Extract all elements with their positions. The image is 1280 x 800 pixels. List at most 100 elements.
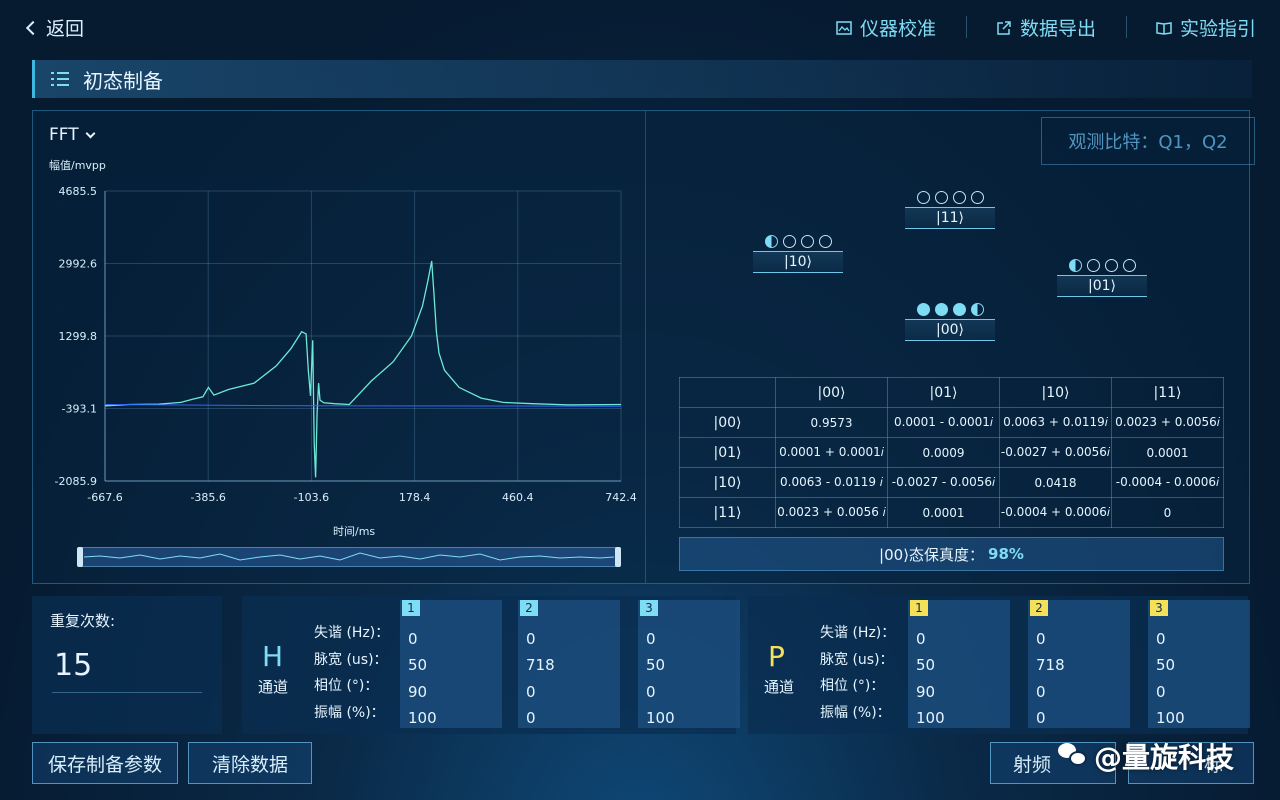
p-channel-sub: 通道	[764, 678, 795, 696]
matrix-cell: 0.0063 + 0.0119𝑖	[999, 407, 1112, 438]
h-channel-sub: 通道	[258, 678, 289, 696]
h-pulse-column-1[interactable]: 1 0 50 90 100	[400, 600, 502, 728]
detuning-value[interactable]: 0	[646, 630, 656, 648]
chevron-left-icon	[25, 20, 41, 35]
pulse-width-value[interactable]: 50	[1156, 656, 1175, 674]
qubit-dot-icon	[952, 191, 966, 204]
matrix-cell: -0.0027 + 0.0056𝑖	[999, 437, 1112, 468]
phase-value[interactable]: 0	[1036, 683, 1046, 701]
detuning-value[interactable]: 0	[408, 630, 418, 648]
matrix-cell: 0.0063 - 0.0119 𝑖	[775, 467, 888, 498]
experiment-guide-button[interactable]: 实验指引	[1125, 14, 1256, 41]
panel-divider	[645, 111, 646, 583]
amplitude-value[interactable]: 0	[526, 709, 536, 727]
pulse-width-label: 脉宽 (us)：	[314, 651, 388, 668]
matrix-cell: 0.9573	[775, 407, 888, 438]
amplitude-value[interactable]: 100	[1156, 709, 1185, 727]
state-label: |11⟩	[905, 207, 995, 229]
chevron-down-icon	[85, 128, 96, 138]
data-export-label: 数据导出	[1019, 18, 1096, 40]
back-button[interactable]: 返回	[25, 14, 85, 41]
matrix-cell: -0.0004 + 0.0006𝑖	[999, 497, 1112, 528]
table-row: |11⟩ 0.0023 + 0.0056 𝑖 0.0001 -0.0004 + …	[679, 497, 1224, 528]
table-row: |01⟩ 0.0001 + 0.0001𝑖 0.0009 -0.0027 + 0…	[679, 437, 1224, 468]
detuning-value[interactable]: 0	[526, 630, 536, 648]
pulse-badge: 2	[1030, 600, 1048, 616]
fft-dropdown[interactable]: FFT	[49, 125, 96, 145]
detuning-value[interactable]: 0	[1036, 630, 1046, 648]
pulse-width-value[interactable]: 718	[526, 656, 555, 674]
x-tick-label: 178.4	[399, 491, 431, 504]
row-header: |01⟩	[679, 437, 776, 468]
column-header: |10⟩	[999, 377, 1112, 408]
p-pulse-column-1[interactable]: 1 0 50 90 100	[908, 600, 1010, 728]
pulse-width-value[interactable]: 50	[408, 656, 427, 674]
p-channel-panel: P 通道 失谐 (Hz)： 脉宽 (us)： 相位 (°)： 振幅 (%)： 1…	[748, 596, 1250, 734]
h-pulse-column-2[interactable]: 2 0 718 0 0	[518, 600, 620, 728]
fidelity-bar: |00⟩态保真度： 98%	[679, 537, 1224, 571]
qubit-dot-icon	[1122, 259, 1136, 272]
amplitude-value[interactable]: 0	[1036, 709, 1046, 727]
data-export-button[interactable]: 数据导出	[965, 14, 1126, 41]
table-row: |00⟩ 0.9573 0.0001 - 0.0001𝑖 0.0063 + 0.…	[679, 407, 1224, 438]
qubit-dot-icon	[916, 303, 930, 316]
state-node-11: |11⟩	[905, 191, 995, 229]
pulse-width-value[interactable]: 50	[646, 656, 665, 674]
qubit-dot-icon	[1104, 259, 1118, 272]
repeat-count-input[interactable]: 15	[54, 648, 92, 683]
matrix-cell: 0.0023 + 0.0056𝑖	[1111, 407, 1224, 438]
amplitude-label: 振幅 (%)：	[314, 704, 385, 721]
matrix-cell: -0.0004 - 0.0006𝑖	[1111, 467, 1224, 498]
clear-data-button[interactable]: 清除数据	[188, 742, 312, 784]
p-pulse-column-3[interactable]: 3 0 50 0 100	[1148, 600, 1250, 728]
fft-chart[interactable]: -667.6 -385.6 -103.6 178.4 460.4 742.4 4685.5 2…	[33, 171, 645, 521]
state-dots	[905, 191, 995, 204]
amplitude-value[interactable]: 100	[408, 709, 437, 727]
pulse-width-value[interactable]: 50	[916, 656, 935, 674]
series-line-signal	[104, 260, 622, 478]
matrix-cell: 0.0418	[999, 467, 1112, 498]
pulse-badge: 3	[640, 600, 658, 616]
phase-value[interactable]: 90	[916, 683, 935, 701]
amplitude-value[interactable]: 100	[916, 709, 945, 727]
state-node-10: |10⟩	[753, 235, 843, 273]
qubit-dot-icon	[764, 235, 778, 248]
qubit-dot-icon	[818, 235, 832, 248]
detuning-value[interactable]: 0	[1156, 630, 1166, 648]
phase-value[interactable]: 0	[646, 683, 656, 701]
watermark-text: @量旋科技	[1094, 741, 1235, 774]
phase-value[interactable]: 0	[1156, 683, 1166, 701]
h-pulse-column-3[interactable]: 3 0 50 0 100	[638, 600, 740, 728]
save-params-button[interactable]: 保存制备参数	[32, 742, 178, 784]
y-tick-label: 4685.5	[59, 185, 98, 198]
pulse-width-value[interactable]: 718	[1036, 656, 1065, 674]
range-handle-left[interactable]	[77, 547, 83, 567]
state-label: |01⟩	[1057, 275, 1147, 297]
x-tick-label: 460.4	[502, 491, 534, 504]
matrix-cell: 0.0001 + 0.0001𝑖	[775, 437, 888, 468]
back-label: 返回	[46, 18, 85, 40]
matrix-cell: 0	[1111, 497, 1224, 528]
matrix-cell: 0.0001	[1111, 437, 1224, 468]
column-header: |11⟩	[1111, 377, 1224, 408]
h-channel-panel: H 通道 失谐 (Hz)： 脉宽 (us)： 相位 (°)： 振幅 (%)： 1…	[242, 596, 740, 734]
list-icon	[51, 72, 69, 86]
state-node-01: |01⟩	[1057, 259, 1147, 297]
x-tick-label: -385.6	[190, 491, 225, 504]
phase-value[interactable]: 90	[408, 683, 427, 701]
fft-dropdown-label: FFT	[49, 125, 79, 145]
qubit-dot-icon	[800, 235, 814, 248]
state-label: |00⟩	[905, 319, 995, 341]
h-channel-letter: H	[262, 640, 284, 673]
table-corner	[679, 377, 776, 408]
chart-range-slider[interactable]	[77, 547, 621, 567]
detuning-value[interactable]: 0	[916, 630, 926, 648]
top-bar: 返回 仪器校准 数据导出 实验指引	[0, 0, 1280, 56]
export-icon	[997, 20, 1011, 35]
p-pulse-column-2[interactable]: 2 0 718 0 0	[1028, 600, 1130, 728]
phase-value[interactable]: 0	[526, 683, 536, 701]
column-header: |00⟩	[775, 377, 888, 408]
range-handle-right[interactable]	[615, 547, 621, 567]
instrument-calibration-button[interactable]: 仪器校准	[806, 14, 966, 41]
amplitude-value[interactable]: 100	[646, 709, 675, 727]
